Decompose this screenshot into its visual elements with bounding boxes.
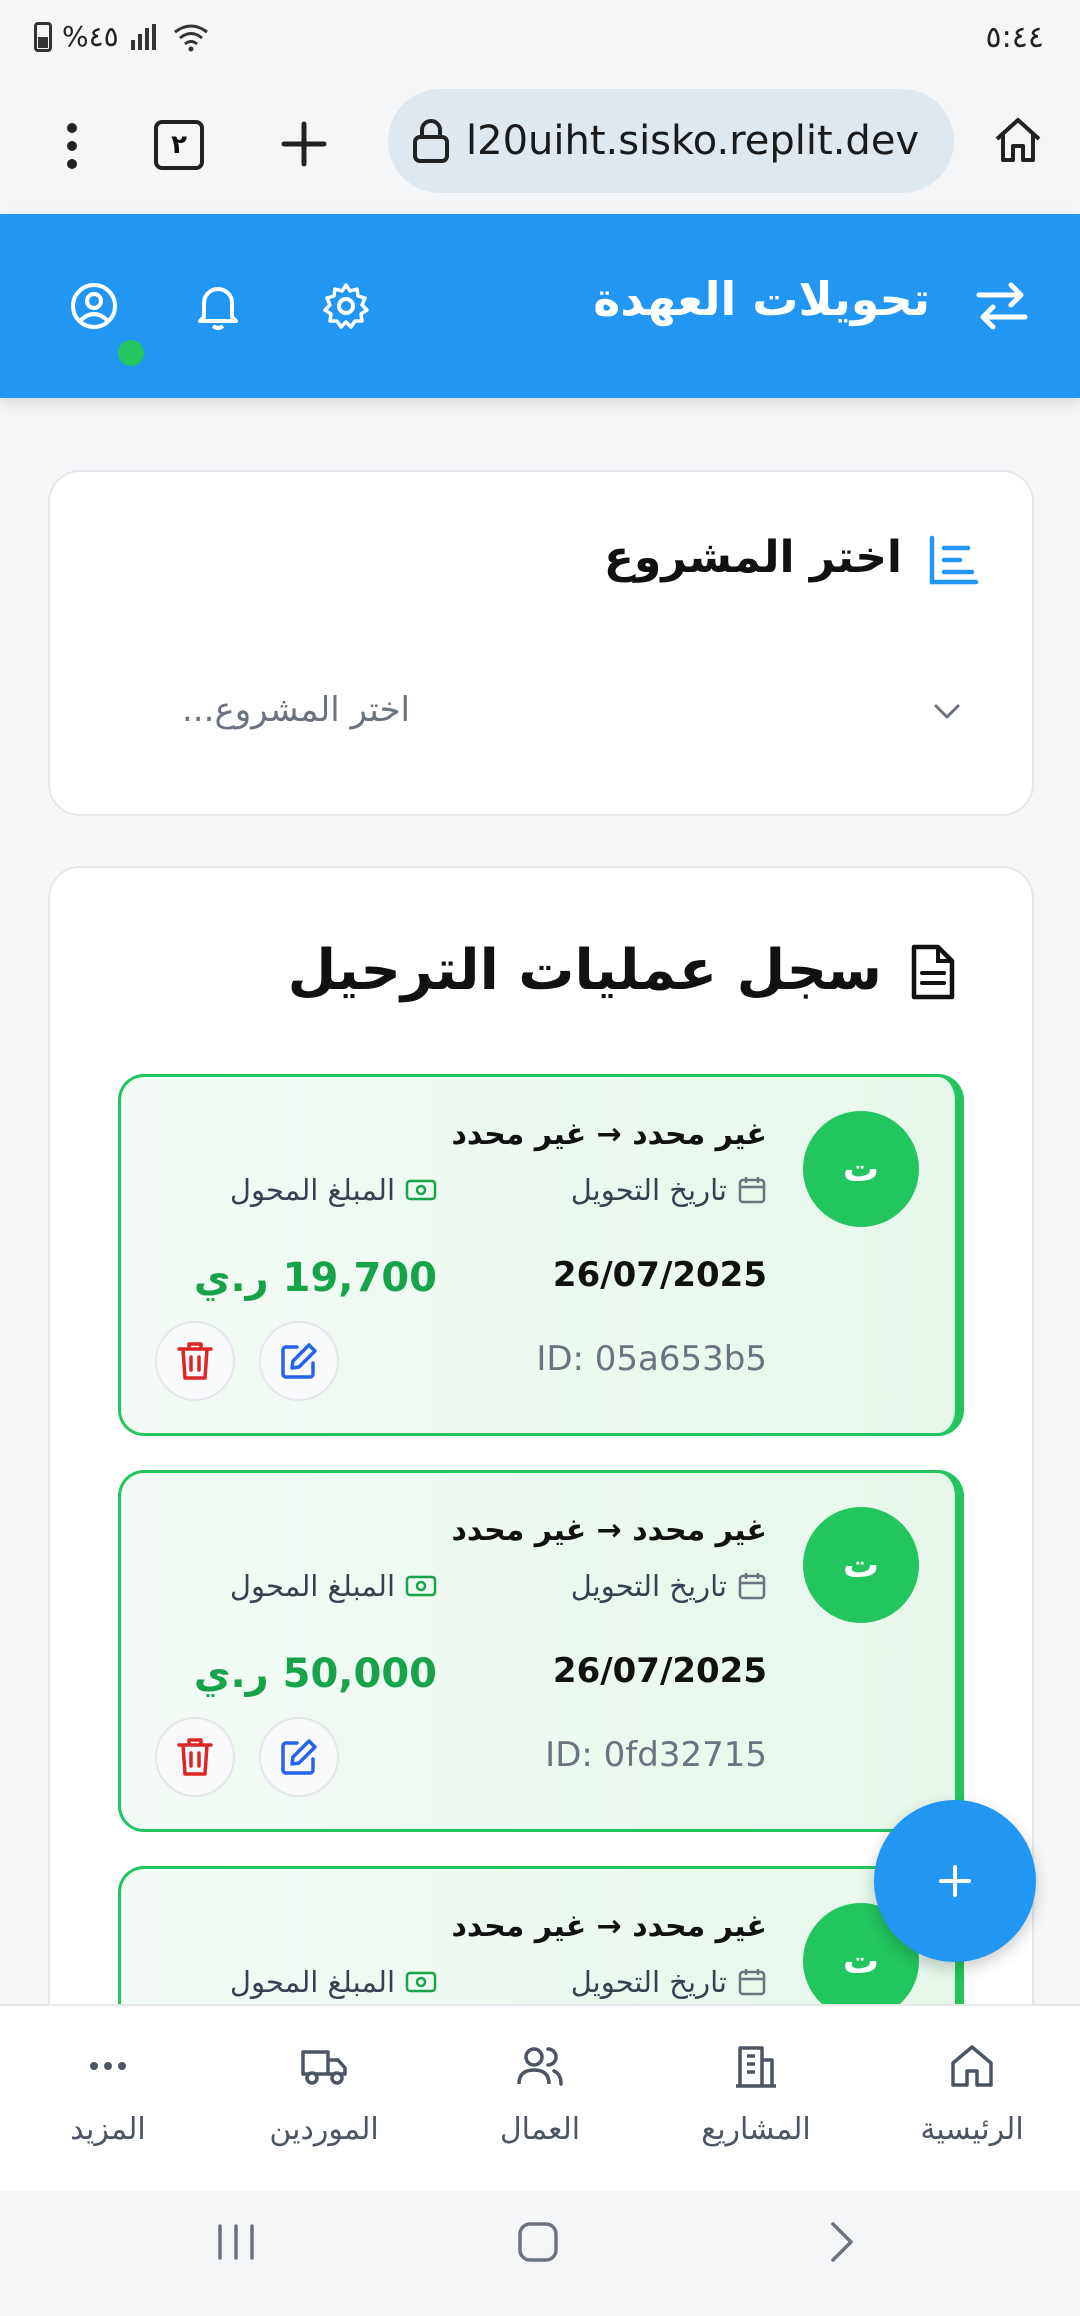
transfer-amount-label: المبلغ المحول [230, 1965, 437, 1999]
nav-label: المشاريع [701, 2112, 811, 2147]
project-select-card: اختر المشروع ...اختر المشروع [48, 470, 1034, 816]
lock-icon [413, 119, 449, 163]
home-icon [949, 2036, 995, 2096]
add-transfer-button[interactable] [874, 1800, 1036, 1962]
transfer-route: غير محدد → غير محدد [451, 1909, 767, 1944]
nav-item-projects[interactable]: المشاريع [648, 2006, 864, 2192]
transfer-date: 26/07/2025 [552, 1255, 767, 1295]
document-icon [904, 942, 960, 1002]
recent-apps-icon[interactable] [214, 2220, 258, 2264]
new-tab-icon[interactable] [276, 116, 332, 172]
transfer-id: ID: 0fd32715 [545, 1735, 767, 1775]
tab-count: ٢ [171, 130, 187, 160]
more-dots-icon [88, 2036, 128, 2096]
online-status-dot [118, 340, 144, 366]
building-icon [734, 2036, 778, 2096]
nav-item-workers[interactable]: العمال [432, 2006, 648, 2192]
transfer-avatar: ت [803, 1111, 919, 1227]
nav-item-home[interactable]: الرئيسية [864, 2006, 1080, 2192]
status-icons: %٤٥ [34, 20, 209, 53]
edit-icon [281, 1739, 317, 1775]
menu-kebab-icon[interactable] [52, 116, 92, 176]
calendar-icon [738, 1177, 766, 1204]
battery-icon [34, 21, 52, 52]
transfer-item[interactable]: ت غير محدد → غير محدد تاريخ التحويل المب… [118, 1074, 964, 1436]
browser-toolbar: ٢ l20uiht.sisko.replit.dev [0, 80, 1080, 214]
home-browser-icon[interactable] [988, 110, 1048, 170]
battery-level: %٤٥ [62, 20, 119, 53]
address-bar[interactable]: l20uiht.sisko.replit.dev [388, 89, 954, 193]
cash-icon [405, 1971, 437, 1993]
transfer-id: ID: 05a653b5 [536, 1339, 767, 1379]
transfer-item[interactable]: ت غير محدد → غير محدد تاريخ التحويل المب… [118, 1470, 964, 1832]
transfer-date: 26/07/2025 [552, 1651, 767, 1691]
url-text: l20uiht.sisko.replit.dev [466, 118, 920, 164]
bell-icon[interactable] [190, 278, 246, 334]
bottom-nav: المزيد الموردين العمال المشاريع الرئيسية [0, 2004, 1080, 2190]
profile-icon[interactable] [66, 278, 122, 334]
project-select-title: اختر المشروع [603, 532, 902, 583]
app-header: تحويلات العهدة [0, 214, 1080, 398]
edit-button[interactable] [259, 1321, 339, 1401]
back-icon[interactable] [820, 2220, 864, 2264]
nav-item-suppliers[interactable]: الموردين [216, 2006, 432, 2192]
project-dropdown-placeholder: ...اختر المشروع [182, 690, 410, 730]
status-bar: %٤٥ ٥:٤٤ [0, 0, 1080, 80]
nav-label: العمال [499, 2112, 581, 2147]
edit-button[interactable] [259, 1717, 339, 1797]
transfer-route: غير محدد → غير محدد [451, 1513, 767, 1548]
tab-switcher-button[interactable]: ٢ [154, 120, 204, 170]
edit-icon [281, 1343, 317, 1379]
home-system-icon[interactable] [516, 2220, 560, 2264]
clock: ٥:٤٤ [985, 20, 1044, 55]
transfer-amount: 19,700 ر.ي [193, 1255, 437, 1301]
transfer-route: غير محدد → غير محدد [451, 1117, 767, 1152]
transfer-avatar: ت [803, 1507, 919, 1623]
system-nav-bar [0, 2190, 1080, 2316]
calendar-icon [738, 1573, 766, 1600]
transfer-date-label: تاريخ التحويل [571, 1173, 767, 1207]
gear-icon[interactable] [318, 278, 374, 334]
plus-icon [939, 1865, 971, 1897]
signal-icon [130, 23, 156, 50]
calendar-icon [738, 1969, 766, 1996]
truck-icon [300, 2036, 348, 2096]
users-icon [516, 2036, 564, 2096]
transfer-date-label: تاريخ التحويل [571, 1965, 767, 1999]
nav-label: المزيد [70, 2112, 146, 2147]
trash-icon [177, 1738, 213, 1776]
chevron-down-icon [930, 694, 964, 732]
transfer-date-label: تاريخ التحويل [571, 1569, 767, 1603]
page-title: تحويلات العهدة [593, 272, 930, 326]
trash-icon [177, 1342, 213, 1380]
delete-button[interactable] [155, 1321, 235, 1401]
delete-button[interactable] [155, 1717, 235, 1797]
project-dropdown[interactable]: ...اختر المشروع [134, 672, 994, 756]
transfer-amount-label: المبلغ المحول [230, 1173, 437, 1207]
transfer-amount: 50,000 ر.ي [193, 1651, 437, 1697]
history-title: سجل عمليات الترحيل [287, 938, 882, 1003]
cash-icon [405, 1179, 437, 1201]
nav-label: الموردين [269, 2112, 379, 2147]
cash-icon [405, 1575, 437, 1597]
wifi-icon [173, 24, 208, 51]
nav-label: الرئيسية [920, 2112, 1024, 2147]
nav-item-more[interactable]: المزيد [0, 2006, 216, 2192]
transfer-amount-label: المبلغ المحول [230, 1569, 437, 1603]
transfer-arrows-icon [972, 276, 1032, 336]
chart-icon [926, 532, 982, 588]
